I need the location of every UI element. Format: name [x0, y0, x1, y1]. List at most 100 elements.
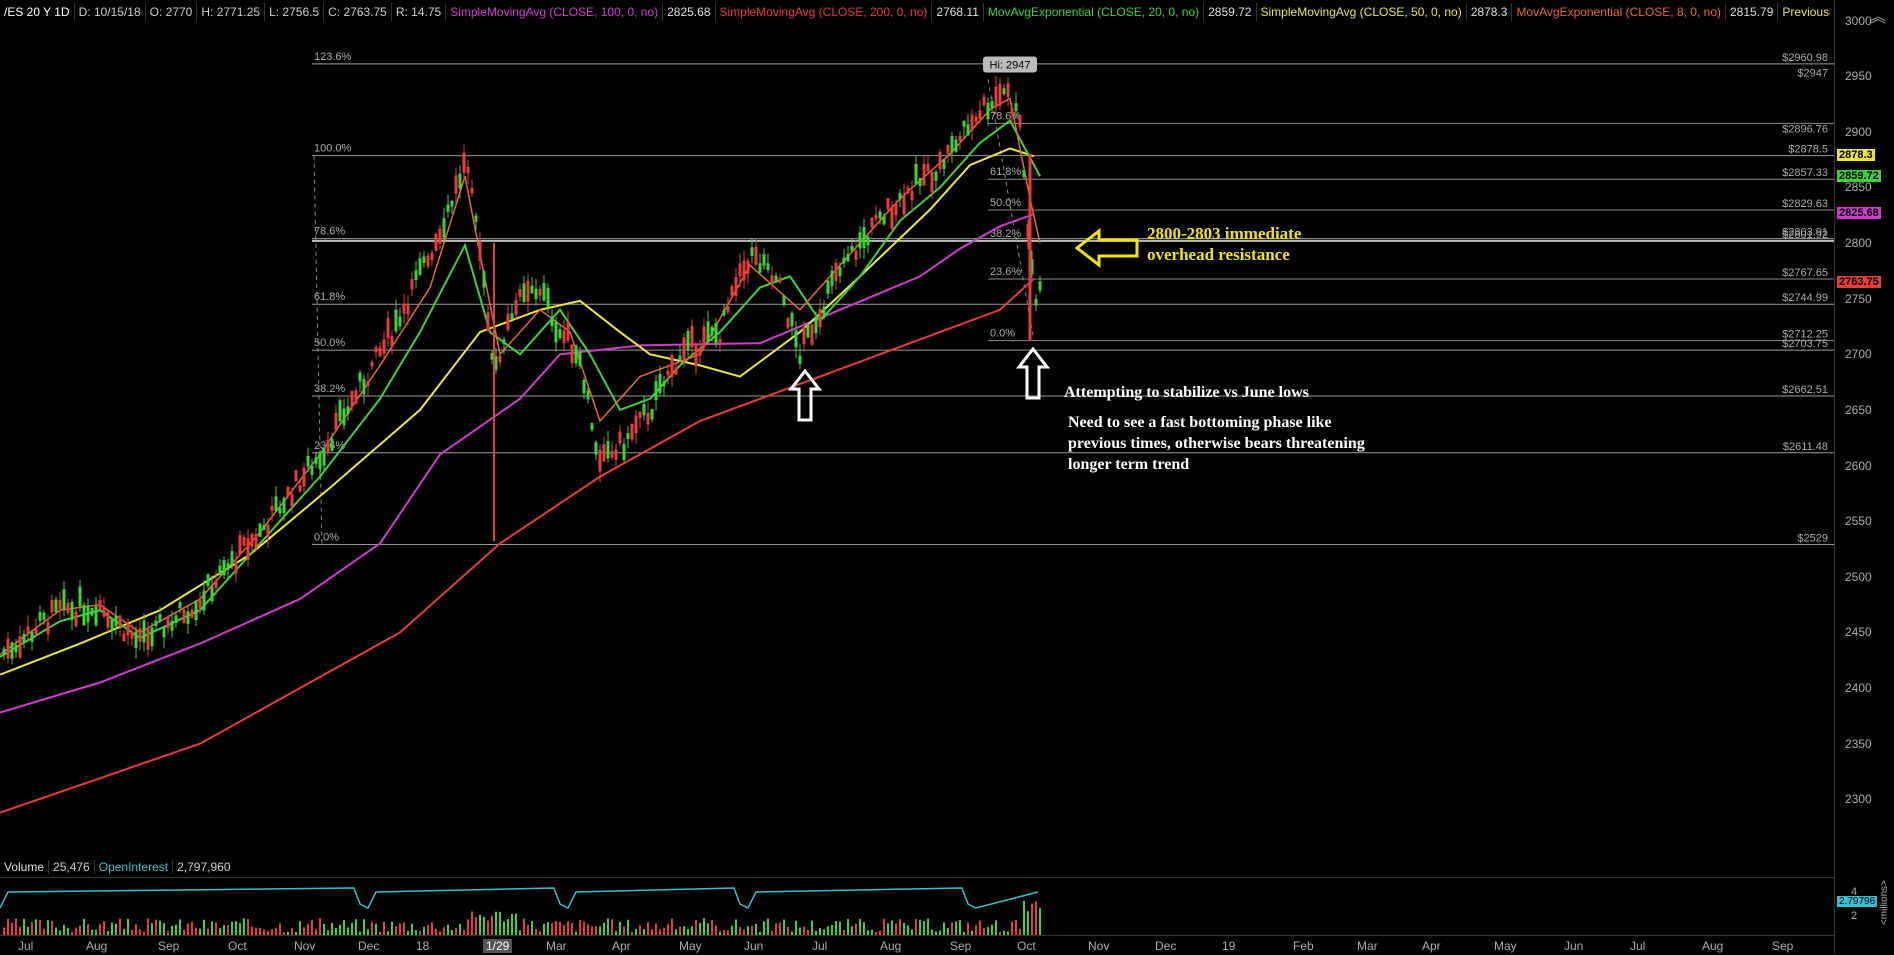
volume-svg	[0, 887, 1041, 936]
volume-bar	[119, 918, 121, 936]
volume-bar	[383, 921, 385, 936]
volume-pane[interactable]	[0, 877, 1834, 936]
time-axis[interactable]: Jul Aug Sep Oct Nov Dec 18 1/29 Mar Apr May Jun Jul A…	[0, 935, 1834, 955]
volume-bar	[391, 921, 393, 936]
fib-pct-label: 78.6%	[990, 110, 1021, 122]
candle-body	[542, 283, 546, 301]
price-tick: 2800	[1845, 236, 1872, 251]
candle-body	[18, 636, 22, 658]
volume-bar	[1035, 901, 1037, 936]
volume-bar	[39, 919, 41, 936]
candle-body	[322, 447, 326, 466]
candle-body	[190, 609, 194, 618]
candle-body	[150, 627, 154, 647]
date-readout: D: 10/15/18	[75, 3, 146, 21]
candle-body	[182, 609, 186, 624]
volume-label[interactable]: Volume	[0, 860, 50, 874]
candle-body	[338, 400, 342, 422]
candle-body	[226, 563, 230, 570]
study-label[interactable]: SimpleMovingAvg (CLOSE, 50, 0, no)	[1257, 3, 1467, 21]
study-label[interactable]: SimpleMovingAvg (CLOSE, 100, 0, no)	[446, 3, 664, 21]
price-tick: 3000	[1845, 13, 1872, 28]
fib-price-label: $2960.98	[1782, 52, 1828, 64]
fib-price-label: $2896.76	[1782, 123, 1828, 135]
price-axis[interactable]: 3000 2950 2900 2850 2800 2750 2700 2650 2600 2550…	[1834, 0, 1894, 954]
candle-body	[810, 324, 814, 345]
candle-body	[230, 551, 234, 565]
candle-body	[142, 620, 146, 643]
time-tick: Jun	[744, 939, 764, 953]
candle-body	[1034, 298, 1038, 306]
candle-body	[434, 234, 438, 251]
study-label[interactable]: Previousclose (DAY, 1, -1, yes)	[1778, 3, 1830, 21]
candle-body	[70, 602, 74, 620]
volume-bar	[503, 921, 505, 936]
symbol-label[interactable]: /ES 20 Y 1D	[0, 3, 75, 21]
candle-body	[998, 83, 1002, 106]
open-interest-line	[0, 887, 1039, 910]
ema20-line	[0, 119, 1041, 658]
high-readout: H: 2771.25	[197, 3, 266, 21]
study-value: 2878.3	[1467, 3, 1513, 21]
volume-bar	[243, 918, 245, 936]
time-tick: Oct	[1017, 939, 1036, 953]
candle-body	[474, 215, 478, 222]
study-label[interactable]: MovAvgExponential (CLOSE, 8, 0, no)	[1512, 3, 1726, 21]
candle-body	[806, 323, 810, 338]
study-label[interactable]: MovAvgExponential (CLOSE, 20, 0, no)	[984, 3, 1205, 21]
price-chart[interactable]: 123.6% 100.0% 78.6% 61.8% 50.0% 38.2% 23.6% 0.0…	[0, 24, 1834, 854]
studies-list: SimpleMovingAvg (CLOSE, 100, 0, no) 2825.…	[446, 3, 1830, 21]
fib-price-label: $2744.99	[1782, 292, 1828, 304]
candle-body	[606, 441, 610, 459]
candle-body	[90, 608, 94, 616]
candle-body	[682, 337, 686, 360]
volume-bar	[499, 911, 501, 936]
candle-body	[330, 438, 334, 452]
candle-body	[1018, 115, 1022, 128]
candle-body	[154, 620, 158, 626]
candle-body	[814, 317, 818, 334]
candle-body	[254, 534, 258, 548]
study-value: 2859.72	[1204, 3, 1257, 21]
candle-body	[482, 271, 486, 288]
fib-price-label: $2857.33	[1782, 167, 1828, 179]
candle-body	[742, 260, 746, 281]
price-tick: 2450	[1845, 625, 1872, 640]
candle-body	[694, 345, 698, 367]
volume-bar	[363, 919, 365, 936]
candle-body	[670, 355, 674, 377]
volume-bar	[467, 919, 469, 936]
volume-bar	[483, 916, 485, 936]
volume-bar	[511, 914, 513, 936]
candle-body	[378, 347, 382, 357]
volume-bar	[859, 918, 861, 936]
price-tick: 2500	[1845, 569, 1872, 584]
volume-bar	[23, 918, 25, 936]
candle-body	[186, 611, 190, 625]
study-label[interactable]: SimpleMovingAvg (CLOSE, 200, 0, no)	[716, 3, 933, 21]
candle-body	[630, 424, 634, 440]
fib-price-label: $2611.48	[1783, 441, 1828, 453]
volume-bar	[1031, 903, 1033, 936]
candle-body	[546, 288, 550, 307]
volume-bar	[491, 915, 493, 936]
fib-pct-label: 123.6%	[314, 51, 352, 63]
candle-body	[234, 562, 238, 574]
candle-body	[650, 408, 654, 420]
volume-bar	[191, 921, 193, 936]
candle-body	[530, 285, 534, 294]
volume-bar	[899, 919, 901, 936]
candle-body	[222, 560, 226, 576]
candle-body	[774, 275, 778, 282]
candle-body	[30, 631, 34, 643]
candle-body	[714, 323, 718, 344]
candle-body	[982, 96, 986, 106]
volume-bar	[231, 921, 233, 936]
oi-label[interactable]: OpenInterest	[95, 860, 174, 874]
candle-body	[478, 241, 482, 261]
candle-body	[34, 628, 38, 635]
candle-body	[890, 206, 894, 229]
candle-body	[994, 86, 998, 106]
candle-body	[734, 277, 738, 296]
candle-body	[66, 602, 70, 613]
